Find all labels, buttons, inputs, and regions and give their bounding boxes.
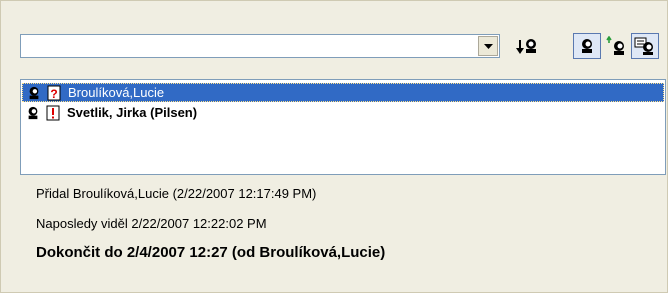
dropdown-arrow-icon — [483, 43, 493, 49]
assignee-combobox[interactable] — [20, 34, 500, 58]
assignee-list[interactable]: ? Broulíková,Lucie Svetlik, Jirka (Pilse… — [20, 79, 666, 175]
list-item[interactable]: ? Broulíková,Lucie — [22, 83, 664, 102]
sort-down-user-icon — [516, 39, 536, 54]
sort-down-button[interactable] — [513, 33, 541, 59]
list-item[interactable]: Svetlik, Jirka (Pilsen) — [22, 103, 664, 122]
user-forward-button[interactable] — [603, 33, 631, 59]
user-button[interactable] — [573, 33, 601, 59]
question-icon: ? — [46, 85, 62, 101]
user-icon — [26, 85, 42, 101]
combo-dropdown-button[interactable] — [478, 36, 498, 56]
list-item-label: Broulíková,Lucie — [68, 85, 165, 100]
last-seen-text: Naposledy viděl 2/22/2007 12:22:02 PM — [36, 216, 267, 231]
added-by-text: Přidal Broulíková,Lucie (2/22/2007 12:17… — [36, 186, 317, 201]
exclamation-icon — [45, 105, 61, 121]
user-icon — [25, 105, 41, 121]
task-panel: ? Broulíková,Lucie Svetlik, Jirka (Pilse… — [0, 0, 668, 293]
user-message-button[interactable] — [631, 33, 659, 59]
list-item-label: Svetlik, Jirka (Pilsen) — [67, 105, 198, 120]
due-date-text: Dokončit do 2/4/2007 12:27 (od Broulíkov… — [36, 244, 386, 261]
user-icon — [582, 39, 592, 53]
svg-text:?: ? — [50, 87, 57, 101]
user-forward-icon — [606, 36, 624, 55]
user-message-icon — [634, 37, 653, 55]
assignee-input[interactable] — [23, 37, 479, 55]
